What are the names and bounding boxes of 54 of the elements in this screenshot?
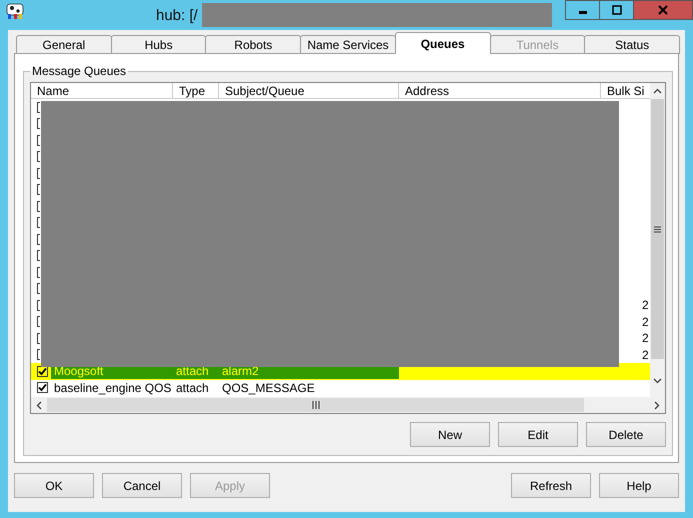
tab[interactable]: General [16, 35, 112, 54]
scroll-thumb[interactable] [651, 99, 664, 359]
horizontal-scrollbar[interactable] [31, 397, 665, 413]
vertical-scrollbar[interactable] [650, 83, 665, 397]
grip-icon [654, 226, 661, 232]
dialog-button[interactable]: Edit [498, 422, 578, 447]
minimize-button[interactable] [565, 0, 600, 20]
table-cell-text: QOS_MESSAGE [221, 380, 316, 396]
checkbox-edge [37, 300, 40, 311]
checkbox-edge [37, 151, 40, 162]
tab[interactable]: Status [584, 35, 680, 54]
table-cell: 2 [642, 348, 650, 362]
maximize-icon [612, 5, 622, 15]
cow-icon [6, 2, 26, 20]
dialog-button[interactable]: Delete [586, 422, 666, 447]
tab[interactable]: Queues [394, 32, 491, 54]
checkbox-edge [37, 217, 40, 228]
scroll-thumb[interactable] [47, 398, 584, 412]
checkbox-edge [37, 234, 40, 245]
close-button[interactable] [633, 0, 693, 20]
checkbox-edge [37, 332, 40, 344]
checkbox-edge [37, 184, 40, 196]
checkbox-edge [37, 102, 40, 113]
checkbox-edge [37, 250, 40, 262]
checkbox-edge [37, 349, 40, 360]
maximize-button[interactable] [599, 0, 634, 20]
checkbox-edge [37, 266, 40, 278]
checkbox-edge [37, 283, 40, 294]
checkbox-edge [37, 134, 40, 146]
table-cell: 2 [642, 298, 650, 312]
dialog-button[interactable]: Help [599, 473, 679, 498]
column-header[interactable]: Name [31, 83, 173, 99]
window-title: hub: [/ [156, 6, 198, 24]
dialog-button[interactable]: Cancel [102, 473, 182, 498]
checkbox-edge [37, 316, 40, 328]
group-title: Message Queues [31, 64, 128, 78]
column-header[interactable]: Type [173, 83, 219, 99]
checkbox[interactable] [37, 382, 48, 394]
table-cell: 2 [642, 331, 650, 346]
table-cell-text: baseline_engine QOS [53, 380, 172, 396]
dialog-button[interactable]: OK [14, 473, 94, 498]
dialog-button[interactable]: Refresh [511, 473, 591, 498]
column-header[interactable]: Bulk Si [601, 83, 652, 99]
table-cell: 2 [642, 314, 650, 329]
checkbox-edge [37, 118, 40, 130]
column-header[interactable]: Subject/Queue [219, 83, 399, 99]
close-icon [658, 5, 668, 15]
table-cell-text: attach [175, 380, 210, 396]
grip-icon [312, 401, 320, 409]
table-row[interactable]: baseline_engine QOS attach QOS_MESSAGE [31, 380, 650, 396]
checkbox-edge [37, 200, 40, 212]
column-header[interactable]: Address [399, 83, 601, 99]
checkbox-edge [37, 168, 40, 179]
dialog-button[interactable]: New [410, 422, 490, 447]
